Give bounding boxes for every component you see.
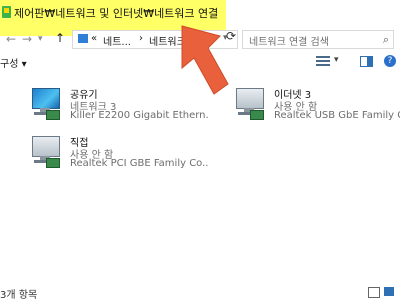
view-dropdown-icon[interactable]: ▾ — [334, 55, 339, 65]
forward-arrow-icon[interactable]: → — [22, 32, 32, 46]
connection-device: Realtek PCI GBE Family Co... — [70, 158, 208, 169]
organize-button[interactable]: 구성 ▾ — [0, 55, 27, 70]
status-bar: 3개 항목 — [0, 284, 400, 301]
network-adapter-disabled-icon — [28, 134, 64, 168]
back-arrow-icon[interactable]: ← — [6, 32, 16, 46]
window-title: 제어판₩네트워크 및 인터넷₩네트워크 연결 — [14, 7, 219, 20]
folder-icon — [78, 34, 88, 43]
item-count: 3개 항목 — [0, 290, 38, 301]
large-icons-view-icon[interactable] — [384, 287, 394, 296]
breadcrumb-separator: › — [139, 33, 143, 44]
breadcrumb-item[interactable]: 네트... — [103, 33, 131, 48]
preview-pane-icon[interactable] — [360, 56, 373, 67]
search-icon: ⌕ — [382, 33, 389, 46]
connection-device: Killer E2200 Gigabit Ethern... — [70, 110, 208, 121]
connection-item[interactable]: 직접 사용 안 함 Realtek PCI GBE Family Co... — [28, 134, 208, 174]
search-placeholder: 네트워크 연결 검색 — [249, 37, 329, 48]
breadcrumb-overflow[interactable]: « — [91, 33, 97, 44]
control-panel-icon — [2, 6, 11, 18]
view-options-icon[interactable] — [316, 55, 330, 67]
connection-item[interactable]: 이더넷 3 사용 안 함 Realtek USB GbE Family C... — [232, 86, 400, 126]
recent-dropdown-icon[interactable]: ▾ — [38, 34, 43, 44]
annotation-arrow-icon — [181, 25, 229, 95]
details-view-icon[interactable] — [368, 287, 380, 298]
network-adapter-connected-icon — [28, 86, 64, 120]
help-icon[interactable]: ? — [384, 55, 396, 67]
up-arrow-icon[interactable]: ↑ — [55, 31, 65, 45]
network-adapter-disabled-icon — [232, 86, 268, 120]
connection-device: Realtek USB GbE Family C... — [274, 110, 400, 121]
search-input[interactable]: 네트워크 연결 검색 ⌕ — [242, 30, 394, 49]
